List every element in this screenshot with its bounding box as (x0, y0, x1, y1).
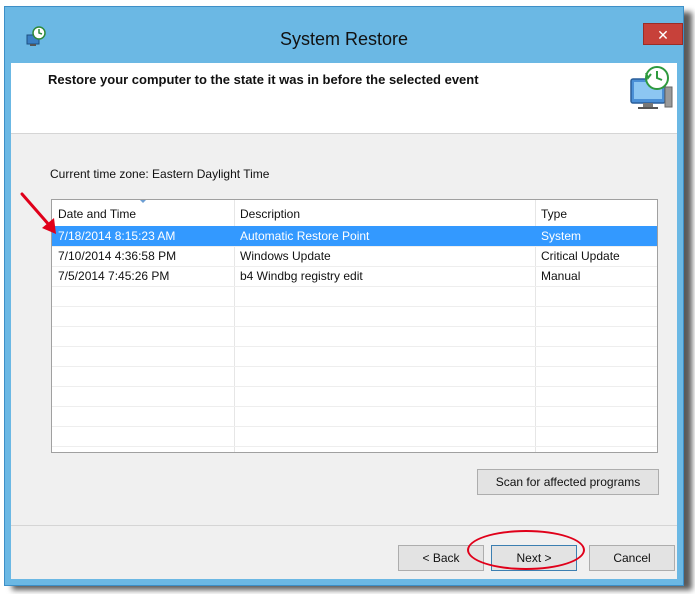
table-row[interactable]: 7/10/2014 4:36:58 PM Windows Update Crit… (52, 246, 657, 266)
row-date: 7/18/2014 8:15:23 AM (58, 229, 176, 243)
close-button[interactable]: ✕ (643, 23, 683, 45)
column-header-description[interactable]: Description (234, 200, 535, 226)
cancel-button[interactable]: Cancel (589, 545, 675, 571)
footer-divider (11, 525, 677, 526)
annotation-arrow-icon (20, 192, 56, 234)
dialog-body: Restore your computer to the state it wa… (11, 63, 677, 579)
row-description: b4 Windbg registry edit (240, 269, 363, 283)
row-type: Critical Update (541, 249, 620, 263)
row-date: 7/5/2014 7:45:26 PM (58, 269, 170, 283)
window-title: System Restore (279, 29, 409, 49)
list-header: Date and Time Description Type (52, 200, 657, 226)
row-description: Automatic Restore Point (240, 229, 370, 243)
restore-computer-icon (630, 66, 673, 109)
row-type: Manual (541, 269, 581, 283)
row-date: 7/10/2014 4:36:58 PM (58, 249, 177, 263)
row-type: System (541, 229, 582, 243)
row-gridline (52, 346, 657, 347)
system-restore-window: System Restore ✕ Restore your computer t… (4, 6, 684, 586)
column-header-date[interactable]: Date and Time (52, 200, 234, 226)
table-row[interactable]: 7/5/2014 7:45:26 PM b4 Windbg registry e… (52, 266, 657, 286)
restore-points-list[interactable]: Date and Time Description Type 7/18/2014… (51, 199, 658, 453)
timezone-label: Current time zone: Eastern Daylight Time (50, 167, 270, 181)
column-header-type[interactable]: Type (535, 200, 657, 226)
row-description: Windows Update (240, 249, 331, 263)
table-row-selected[interactable]: 7/18/2014 8:15:23 AM Automatic Restore P… (52, 226, 657, 246)
row-gridline (52, 326, 657, 327)
annotation-ellipse (467, 530, 585, 570)
column-header-date-label: Date and Time (58, 207, 137, 221)
row-gridline (52, 386, 657, 387)
title-bar: System Restore ✕ (5, 7, 683, 63)
row-gridline (52, 306, 657, 307)
row-gridline (52, 286, 657, 287)
row-gridline (52, 446, 657, 447)
row-gridline (52, 406, 657, 407)
row-gridline (52, 366, 657, 367)
scan-affected-programs-button[interactable]: Scan for affected programs (477, 469, 659, 495)
instruction-text: Restore your computer to the state it wa… (48, 72, 479, 87)
header-panel: Restore your computer to the state it wa… (11, 63, 677, 134)
sort-arrow-icon (138, 200, 148, 203)
row-gridline (52, 426, 657, 427)
